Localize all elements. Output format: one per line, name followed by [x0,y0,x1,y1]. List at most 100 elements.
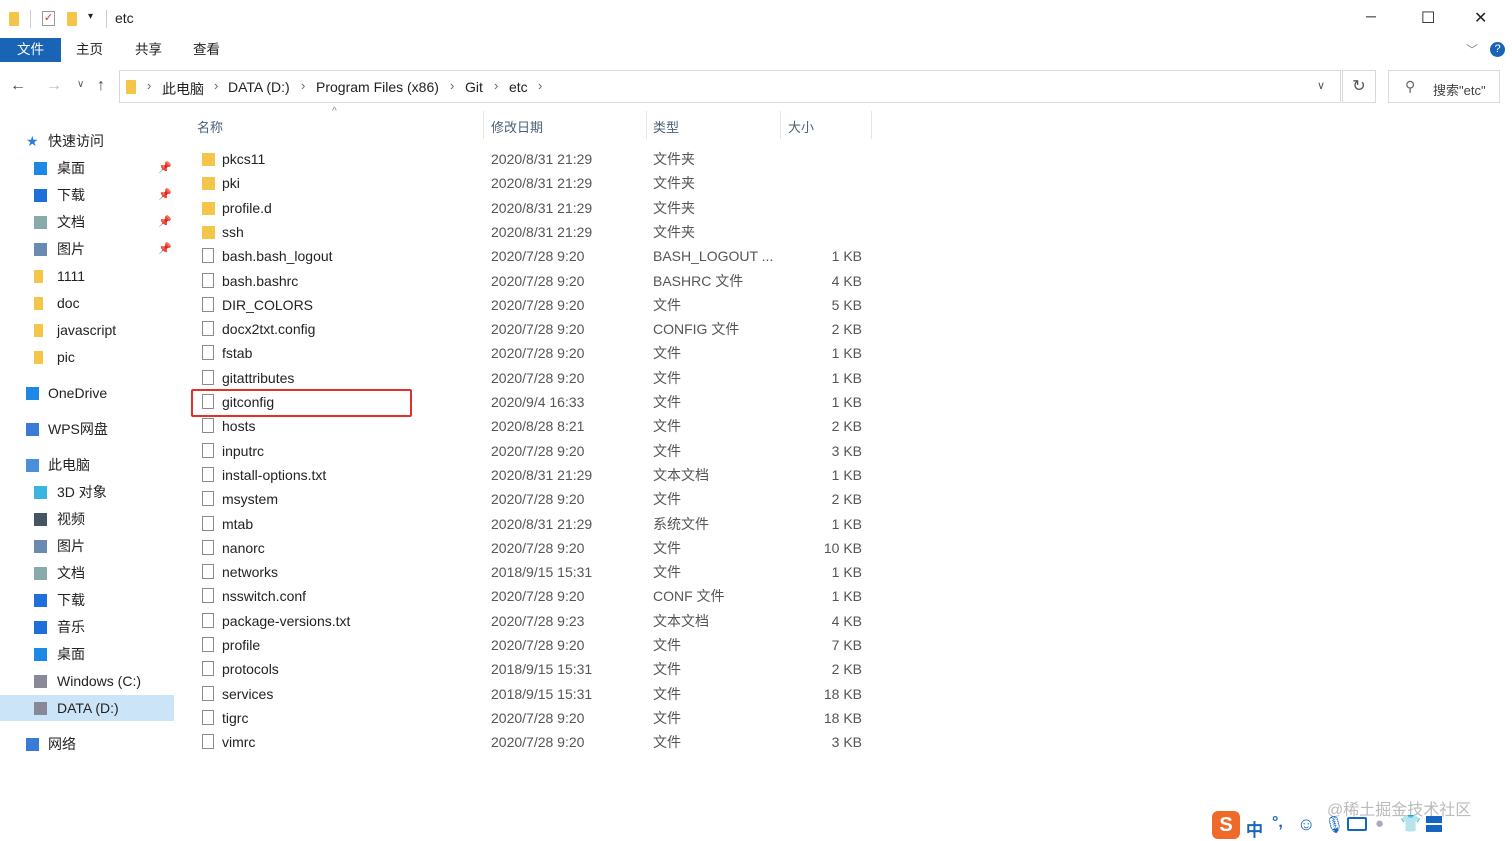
sidebar-item[interactable]: 网络 [0,731,174,757]
new-folder-icon[interactable] [67,12,77,26]
sidebar-item[interactable]: 图片 📌 [0,236,174,262]
file-row[interactable]: nsswitch.conf 2020/7/28 9:20 CONF 文件 1 KB [190,584,872,608]
file-row[interactable]: profile.d 2020/8/31 21:29 文件夹 [190,196,872,220]
pin-icon[interactable]: 📌 [158,209,172,235]
file-row[interactable]: profile 2020/7/28 9:20 文件 7 KB [190,633,872,657]
file-date: 2020/8/31 21:29 [491,466,593,483]
keyboard-icon[interactable] [1347,817,1367,831]
file-size: 1 KB [831,564,862,581]
sidebar-item[interactable]: 图片 [0,533,174,559]
sidebar-item[interactable]: ★ 快速访问 [0,128,174,154]
column-date[interactable]: 修改日期 [491,117,543,137]
column-size[interactable]: 大小 [788,117,814,137]
file-row[interactable]: gitattributes 2020/7/28 9:20 文件 1 KB [190,366,872,390]
sidebar-item[interactable]: doc [0,290,174,316]
refresh-button[interactable]: ↻ [1342,70,1376,103]
title-bar: ✓ ▾ etc ─ ☐ ✕ [0,0,1512,38]
column-divider[interactable] [483,111,484,139]
file-row[interactable]: pki 2020/8/31 21:29 文件夹 [190,171,872,195]
file-row[interactable]: docx2txt.config 2020/7/28 9:20 CONFIG 文件 2 … [190,317,872,341]
toolbox-icon[interactable] [1426,816,1442,832]
file-size: 10 KB [823,539,862,556]
file-row[interactable]: ssh 2020/8/31 21:29 文件夹 [190,220,872,244]
pin-icon[interactable]: 📌 [158,155,172,181]
sidebar-item[interactable]: javascript [0,317,174,343]
customize-toolbar-icon[interactable]: ▾ [88,11,93,22]
tab-view[interactable]: 查看 [193,38,220,62]
sidebar-item[interactable]: OneDrive [0,380,174,406]
file-row[interactable]: networks 2018/9/15 15:31 文件 1 KB [190,560,872,584]
user-icon[interactable]: ● [1375,815,1384,832]
minimize-button[interactable]: ─ [1366,8,1376,24]
up-button[interactable]: ↑ [97,77,105,95]
search-box[interactable]: ⚲ 搜索"etc" [1388,70,1500,103]
pin-icon[interactable]: 📌 [158,182,172,208]
sidebar-item[interactable]: 此电脑 [0,452,174,478]
file-row[interactable]: tigrc 2020/7/28 9:20 文件 18 KB [190,706,872,730]
sidebar-item[interactable]: Windows (C:) [0,668,174,694]
file-row[interactable]: hosts 2020/8/28 8:21 文件 2 KB [190,414,872,438]
sidebar-item[interactable]: 视频 [0,506,174,532]
sidebar-item[interactable]: 下载 📌 [0,182,174,208]
sidebar-item-label: 此电脑 [48,457,90,473]
file-row[interactable]: mtab 2020/8/31 21:29 系统文件 1 KB [190,512,872,536]
file-row[interactable]: DIR_COLORS 2020/7/28 9:20 文件 5 KB [190,293,872,317]
file-row[interactable]: install-options.txt 2020/8/31 21:29 文本文档 1 … [190,463,872,487]
file-row[interactable]: fstab 2020/7/28 9:20 文件 1 KB [190,341,872,365]
breadcrumb-git[interactable]: Git [465,79,483,95]
breadcrumb-this-pc[interactable]: 此电脑 [162,79,204,99]
column-divider[interactable] [780,111,781,139]
column-divider[interactable] [646,111,647,139]
pin-icon[interactable]: 📌 [158,236,172,262]
address-bar[interactable]: › 此电脑 › DATA (D:) › Program Files (x86) … [119,70,1341,103]
sidebar-item[interactable]: 下载 [0,587,174,613]
tab-home[interactable]: 主页 [76,38,103,62]
sidebar-item[interactable]: 桌面 [0,641,174,667]
sogou-logo-icon[interactable]: S [1212,811,1240,839]
ime-punctuation[interactable]: °, [1272,814,1283,832]
file-row[interactable]: vimrc 2020/7/28 9:20 文件 3 KB [190,730,872,754]
tab-share[interactable]: 共享 [135,38,162,62]
skin-icon[interactable]: 👕 [1400,814,1421,834]
help-icon[interactable]: ? [1490,42,1505,57]
file-date: 2020/7/28 9:20 [491,709,585,726]
close-button[interactable]: ✕ [1474,8,1487,28]
file-row[interactable]: msystem 2020/7/28 9:20 文件 2 KB [190,487,872,511]
ime-language[interactable]: 中 [1246,816,1263,841]
properties-icon[interactable]: ✓ [42,11,55,26]
maximize-button[interactable]: ☐ [1421,8,1435,28]
file-row[interactable]: bash.bashrc 2020/7/28 9:20 BASHRC 文件 4 KB [190,269,872,293]
sidebar-item[interactable]: WPS网盘 [0,416,174,442]
file-row[interactable]: inputrc 2020/7/28 9:20 文件 3 KB [190,439,872,463]
file-row[interactable]: package-versions.txt 2020/7/28 9:23 文本文档 4 … [190,609,872,633]
search-placeholder[interactable]: 搜索"etc" [1433,80,1486,99]
file-date: 2020/8/31 21:29 [491,175,593,192]
sidebar-item[interactable]: 桌面 📌 [0,155,174,181]
sidebar-item[interactable]: 3D 对象 [0,479,174,505]
expand-ribbon-icon[interactable]: ﹀ [1466,41,1478,58]
recent-locations-icon[interactable]: ∨ [77,79,84,90]
column-type[interactable]: 类型 [653,117,679,137]
sidebar-item[interactable]: DATA (D:) [0,695,174,721]
file-row[interactable]: protocols 2018/9/15 15:31 文件 2 KB [190,657,872,681]
file-row[interactable]: pkcs11 2020/8/31 21:29 文件夹 [190,147,872,171]
tab-file[interactable]: 文件 [0,38,61,62]
back-button[interactable]: ← [10,77,26,95]
file-row[interactable]: bash.bash_logout 2020/7/28 9:20 BASH_LOGOU… [190,244,872,268]
breadcrumb-program-files[interactable]: Program Files (x86) [316,79,439,95]
file-row[interactable]: services 2018/9/15 15:31 文件 18 KB [190,682,872,706]
sidebar-item[interactable]: pic [0,344,174,370]
sidebar-item[interactable]: 1111 [0,263,174,289]
file-row[interactable]: nanorc 2020/7/28 9:20 文件 10 KB [190,536,872,560]
microphone-icon[interactable]: 🎙 [1324,815,1344,835]
breadcrumb-data-d[interactable]: DATA (D:) [228,79,290,95]
breadcrumb-etc[interactable]: etc [509,79,528,95]
column-name[interactable]: 名称 [197,117,223,137]
sidebar-item[interactable]: 文档 [0,560,174,586]
sidebar-item[interactable]: 音乐 [0,614,174,640]
emoji-icon[interactable]: ☺ [1297,814,1315,835]
sidebar-item[interactable]: 文档 📌 [0,209,174,235]
address-history-icon[interactable]: ∨ [1317,79,1325,92]
forward-button[interactable]: → [46,77,62,95]
column-divider[interactable] [871,111,872,139]
